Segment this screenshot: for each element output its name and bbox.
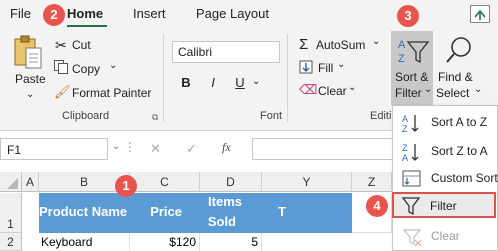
svg-text:A: A — [402, 114, 408, 124]
tab-insert[interactable]: Insert — [133, 6, 166, 21]
name-box[interactable]: F1 — [0, 138, 108, 160]
find-select-label-line1[interactable]: Find & — [438, 70, 473, 84]
clipboard-launcher-icon[interactable]: ⧉ — [152, 112, 158, 123]
editing-group-label: Editi — [370, 110, 392, 122]
font-group-label: Font — [260, 110, 283, 122]
svg-text:Z: Z — [398, 53, 405, 65]
select-all-corner[interactable] — [0, 172, 22, 192]
menu-label: Custom Sort — [431, 171, 498, 185]
formula-bar-dots-icon: ⋮ — [124, 140, 136, 154]
format-painter-button[interactable]: Format Painter — [72, 86, 151, 100]
fill-button[interactable]: Fill — [318, 61, 333, 75]
clear-chevron-icon[interactable]: ⌄ — [348, 82, 356, 93]
find-select-chevron-icon[interactable]: ⌄ — [474, 84, 482, 95]
table-header-product-name[interactable]: Product Name — [39, 193, 130, 233]
column-header-y[interactable]: Y — [262, 172, 352, 192]
menu-item-sort-a-to-z[interactable]: AZ Sort A to Z — [393, 108, 497, 138]
insert-function-icon[interactable]: fx — [222, 140, 231, 155]
table-header-partial[interactable]: T — [262, 193, 352, 233]
svg-text:A: A — [398, 39, 406, 51]
paste-icon[interactable] — [12, 35, 44, 71]
underline-button[interactable]: U — [230, 73, 250, 93]
sort-filter-label-line1: Sort & — [395, 70, 429, 84]
magnifier-icon — [444, 35, 474, 65]
row-header-2[interactable]: 2 — [0, 233, 22, 251]
autosum-button[interactable]: AutoSum — [316, 38, 365, 52]
sort-az-icon: AZ — [401, 112, 423, 134]
copy-icon — [54, 60, 68, 74]
step-badge-4: 4 — [366, 195, 388, 217]
header-label: Price — [150, 204, 182, 219]
column-header-c[interactable]: C — [130, 172, 200, 192]
svg-text:Z: Z — [402, 124, 408, 134]
find-select-label-line2[interactable]: Select — [436, 86, 469, 100]
menu-label: Sort Z to A — [431, 144, 488, 158]
cell-c2[interactable]: $120 — [130, 233, 200, 251]
row-header-1[interactable]: 1 — [0, 193, 22, 233]
copy-dropdown-chevron-icon[interactable]: ⌄ — [109, 60, 117, 71]
copy-button[interactable]: Copy — [72, 62, 100, 76]
sort-za-icon: ZA — [401, 141, 423, 163]
paste-button[interactable]: Paste — [15, 72, 46, 86]
confirm-formula-icon[interactable]: ✓ — [186, 141, 197, 157]
cut-button[interactable]: Cut — [72, 38, 91, 52]
svg-text:Z: Z — [402, 143, 408, 153]
header-label: Items — [208, 194, 242, 209]
clipboard-group-label: Clipboard — [62, 110, 110, 122]
step-badge-2: 2 — [43, 4, 65, 26]
table-header-items-sold[interactable]: Items Sold — [200, 193, 262, 233]
sort-filter-chevron-icon: ⌄ — [424, 84, 433, 95]
sort-filter-icon: A Z — [396, 36, 430, 66]
namebox-chevron-icon[interactable]: ⌄ — [112, 141, 120, 152]
cancel-formula-icon[interactable]: ✕ — [150, 141, 161, 157]
menu-item-filter[interactable]: Filter — [392, 192, 496, 218]
table-header-price[interactable]: Price — [130, 193, 200, 233]
step-badge-3: 3 — [397, 5, 419, 27]
tab-page-layout[interactable]: Page Layout — [196, 6, 269, 21]
menu-item-clear: Clear — [393, 222, 497, 251]
menu-label: Sort A to Z — [431, 115, 488, 129]
tab-file[interactable]: File — [10, 6, 31, 21]
fill-icon — [299, 60, 313, 74]
clear-button[interactable]: Clear — [318, 84, 347, 98]
header-label: Sold — [207, 214, 236, 229]
font-name-input[interactable]: Calibri — [172, 41, 280, 63]
cell-d2[interactable]: 5 — [200, 233, 262, 251]
underline-chevron-icon[interactable]: ⌄ — [252, 76, 260, 87]
cell-b2[interactable]: Keyboard — [39, 233, 130, 251]
tab-home[interactable]: Home — [67, 6, 103, 21]
sort-filter-label-line2: Filter — [395, 86, 422, 100]
sort-filter-menu: AZ Sort A to Z ZA Sort Z to A Custom Sor… — [392, 105, 498, 251]
fill-chevron-icon[interactable]: ⌄ — [337, 59, 345, 70]
step-badge-1: 1 — [115, 175, 137, 197]
italic-button[interactable]: I — [203, 73, 223, 93]
autosum-icon: Σ — [299, 36, 309, 53]
active-tab-indicator — [67, 25, 107, 27]
share-icon[interactable] — [470, 5, 490, 23]
group-divider — [287, 34, 288, 122]
custom-sort-icon — [401, 168, 423, 190]
column-header-a[interactable]: A — [22, 172, 39, 192]
bold-button[interactable]: B — [176, 73, 196, 93]
column-header-z[interactable]: Z — [352, 172, 392, 192]
format-painter-icon: 🖌 — [54, 84, 71, 99]
clear-filter-icon — [401, 226, 423, 248]
filter-icon — [400, 195, 422, 217]
menu-label: Filter — [430, 199, 457, 213]
svg-text:A: A — [402, 153, 408, 163]
paste-dropdown-chevron-icon[interactable]: ⌄ — [26, 89, 34, 100]
header-label: Product Name — [39, 204, 128, 219]
group-divider — [163, 34, 164, 122]
column-header-d[interactable]: D — [200, 172, 262, 192]
menu-item-sort-z-to-a[interactable]: ZA Sort Z to A — [393, 137, 497, 167]
autosum-chevron-icon[interactable]: ⌄ — [372, 36, 380, 47]
menu-label: Clear — [431, 229, 460, 243]
eraser-icon: ⌫ — [299, 82, 318, 97]
header-label: T — [278, 204, 286, 219]
ribbon-tabs: File Home Insert Page Layout — [0, 0, 498, 28]
menu-item-custom-sort[interactable]: Custom Sort — [393, 164, 498, 194]
scissors-icon: ✂ — [55, 37, 67, 53]
